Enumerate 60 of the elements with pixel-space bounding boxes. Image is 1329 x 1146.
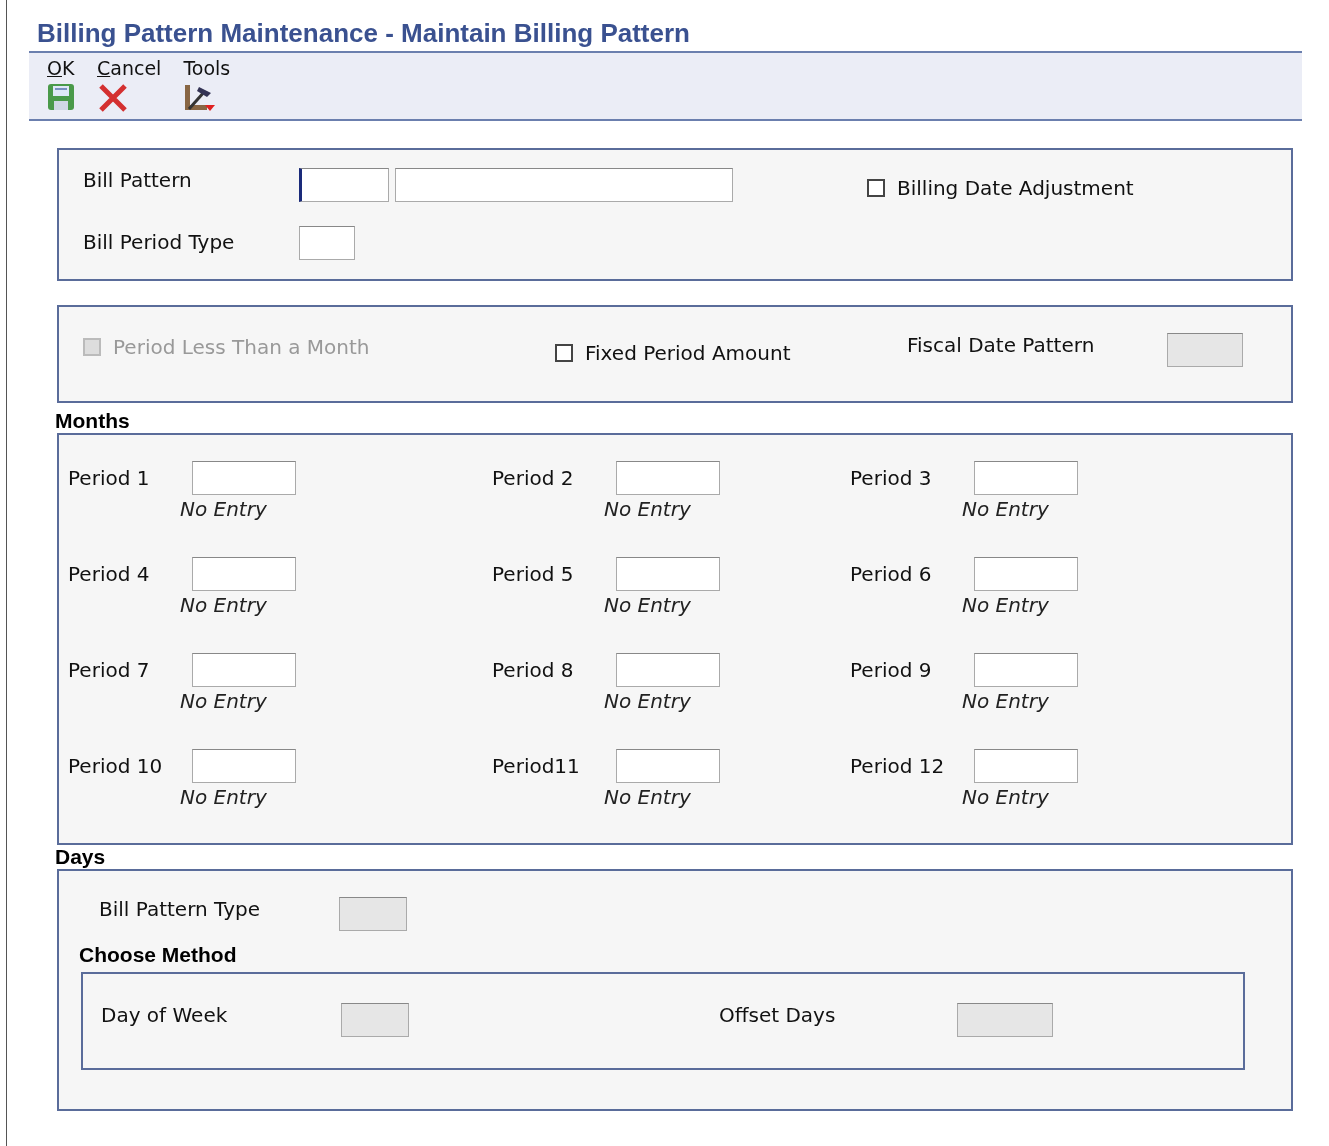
input-field[interactable] — [974, 461, 1078, 495]
hint-text: No Entry — [604, 497, 691, 521]
hint-text: No Entry — [180, 497, 267, 521]
input-field[interactable] — [192, 749, 296, 783]
close-icon — [97, 83, 129, 113]
input-field[interactable] — [616, 557, 720, 591]
hint-text: No Entry — [962, 689, 1049, 713]
field-label: Day of Week — [101, 1003, 228, 1027]
field-label: Period 10 — [68, 754, 163, 778]
hint-text: No Entry — [604, 785, 691, 809]
input-field[interactable] — [192, 461, 296, 495]
field-label: Period11 — [492, 754, 580, 778]
field-label: Period 3 — [850, 466, 932, 490]
input-field[interactable] — [616, 749, 720, 783]
checkbox-label: Period Less Than a Month — [113, 335, 370, 359]
input-field[interactable] — [299, 226, 355, 260]
checkbox-label: Fixed Period Amount — [585, 341, 791, 365]
save-icon — [47, 83, 75, 111]
hint-text: No Entry — [962, 497, 1049, 521]
field-label: Offset Days — [719, 1003, 836, 1027]
field-label: Period 9 — [850, 658, 932, 682]
toolbar-button[interactable]: Tools — [183, 57, 231, 119]
hint-text: No Entry — [180, 593, 267, 617]
checkbox-label: Billing Date Adjustment — [897, 176, 1134, 200]
checkbox[interactable] — [555, 344, 573, 362]
toolbar-button[interactable]: Cancel — [97, 57, 162, 119]
hint-text: No Entry — [962, 593, 1049, 617]
hint-text: No Entry — [604, 689, 691, 713]
hint-text: No Entry — [962, 785, 1049, 809]
group-heading: Choose Method — [79, 943, 237, 967]
field-label: Period 7 — [68, 658, 150, 682]
checkbox[interactable] — [867, 179, 885, 197]
field-label: Period 2 — [492, 466, 574, 490]
field-label: Period 8 — [492, 658, 574, 682]
input-field[interactable] — [974, 653, 1078, 687]
input-field[interactable] — [299, 168, 389, 202]
input-field[interactable] — [192, 653, 296, 687]
toolbar-button[interactable]: OK — [47, 57, 75, 119]
hint-text: No Entry — [604, 593, 691, 617]
hint-text: No Entry — [180, 785, 267, 809]
input-field[interactable] — [616, 461, 720, 495]
window-title: Billing Pattern Maintenance - Maintain Billing Pattern — [36, 18, 691, 50]
field-label: Period 4 — [68, 562, 150, 586]
input-field[interactable] — [395, 168, 733, 202]
section-heading: Days — [55, 845, 107, 869]
hint-text: No Entry — [180, 689, 267, 713]
field-label: Period 5 — [492, 562, 574, 586]
input-field[interactable] — [616, 653, 720, 687]
field-label: Period 6 — [850, 562, 932, 586]
input-field[interactable] — [192, 557, 296, 591]
section-heading: Months — [55, 409, 131, 433]
field-label: Period 12 — [850, 754, 945, 778]
field-label: Bill Pattern Type — [99, 897, 260, 921]
input-field[interactable] — [974, 557, 1078, 591]
field-label: Bill Period Type — [83, 230, 235, 254]
field-label: Period 1 — [68, 466, 150, 490]
input-field[interactable] — [974, 749, 1078, 783]
tools-icon — [183, 83, 218, 113]
field-label: Fiscal Date Pattern — [907, 333, 1095, 357]
field-label: Bill Pattern — [83, 168, 192, 192]
